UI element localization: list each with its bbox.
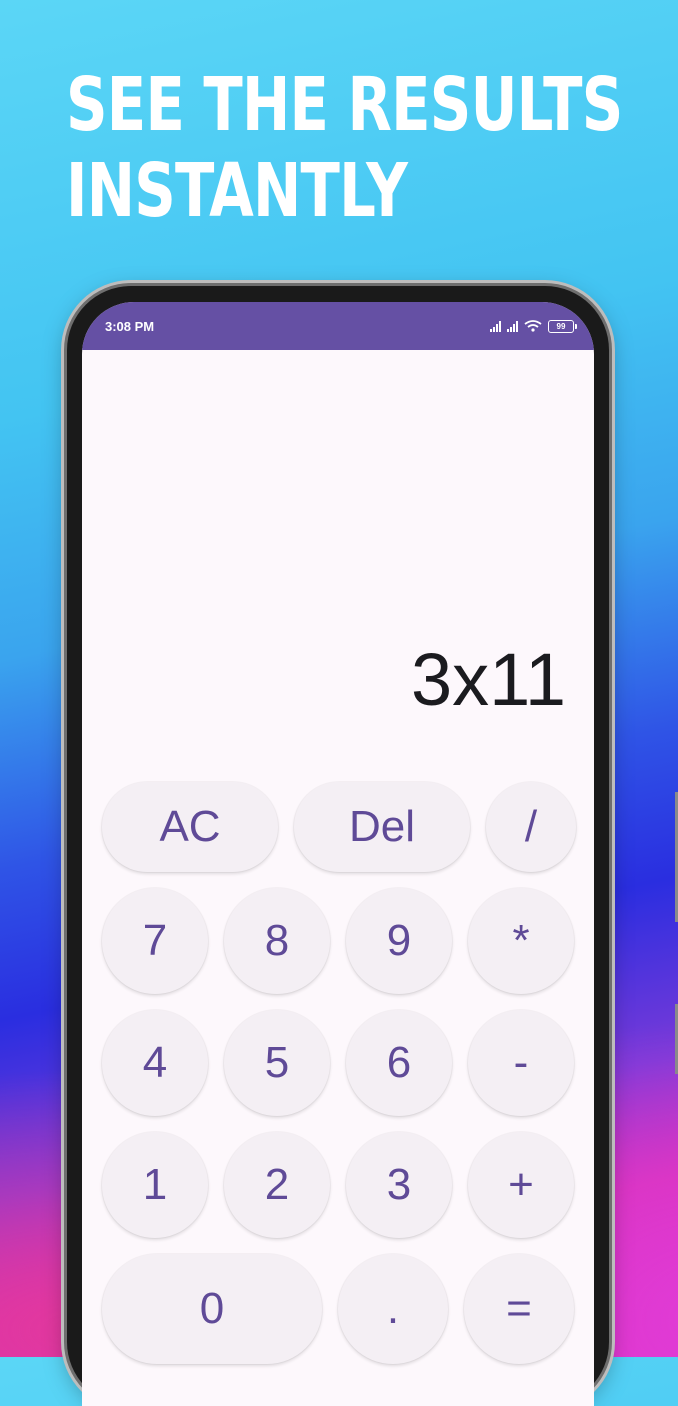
status-bar: 3:08 PM 99 bbox=[82, 302, 594, 350]
app-screen: 3:08 PM 99 3x11 AC Del / 7 8 9 * 4 5 6 -… bbox=[82, 302, 594, 1406]
digit-9-button[interactable]: 9 bbox=[346, 888, 452, 994]
wifi-icon bbox=[524, 320, 542, 332]
digit-1-button[interactable]: 1 bbox=[102, 1132, 208, 1238]
equals-button[interactable]: = bbox=[464, 1254, 574, 1364]
divide-button[interactable]: / bbox=[486, 782, 576, 872]
battery-icon: 99 bbox=[548, 319, 577, 333]
signal-icon bbox=[490, 320, 501, 332]
plus-button[interactable]: + bbox=[468, 1132, 574, 1238]
digit-6-button[interactable]: 6 bbox=[346, 1010, 452, 1116]
digit-2-button[interactable]: 2 bbox=[224, 1132, 330, 1238]
multiply-button[interactable]: * bbox=[468, 888, 574, 994]
promo-headline: SEE THE RESULTS INSTANTLY bbox=[66, 62, 623, 234]
status-icons: 99 bbox=[490, 319, 577, 333]
signal-icon-2 bbox=[507, 320, 518, 332]
digit-5-button[interactable]: 5 bbox=[224, 1010, 330, 1116]
calculator-display: 3x11 bbox=[411, 638, 566, 721]
headline-line-1: SEE THE RESULTS bbox=[66, 62, 623, 148]
digit-8-button[interactable]: 8 bbox=[224, 888, 330, 994]
digit-0-button[interactable]: 0 bbox=[102, 1254, 322, 1364]
decimal-button[interactable]: . bbox=[338, 1254, 448, 1364]
delete-button[interactable]: Del bbox=[294, 782, 470, 872]
minus-button[interactable]: - bbox=[468, 1010, 574, 1116]
digit-3-button[interactable]: 3 bbox=[346, 1132, 452, 1238]
clear-button[interactable]: AC bbox=[102, 782, 278, 872]
digit-4-button[interactable]: 4 bbox=[102, 1010, 208, 1116]
digit-7-button[interactable]: 7 bbox=[102, 888, 208, 994]
status-time: 3:08 PM bbox=[105, 318, 155, 334]
phone-frame: 3:08 PM 99 3x11 AC Del / 7 8 9 * 4 5 6 -… bbox=[67, 286, 678, 1406]
headline-line-2: INSTANTLY bbox=[66, 148, 408, 234]
